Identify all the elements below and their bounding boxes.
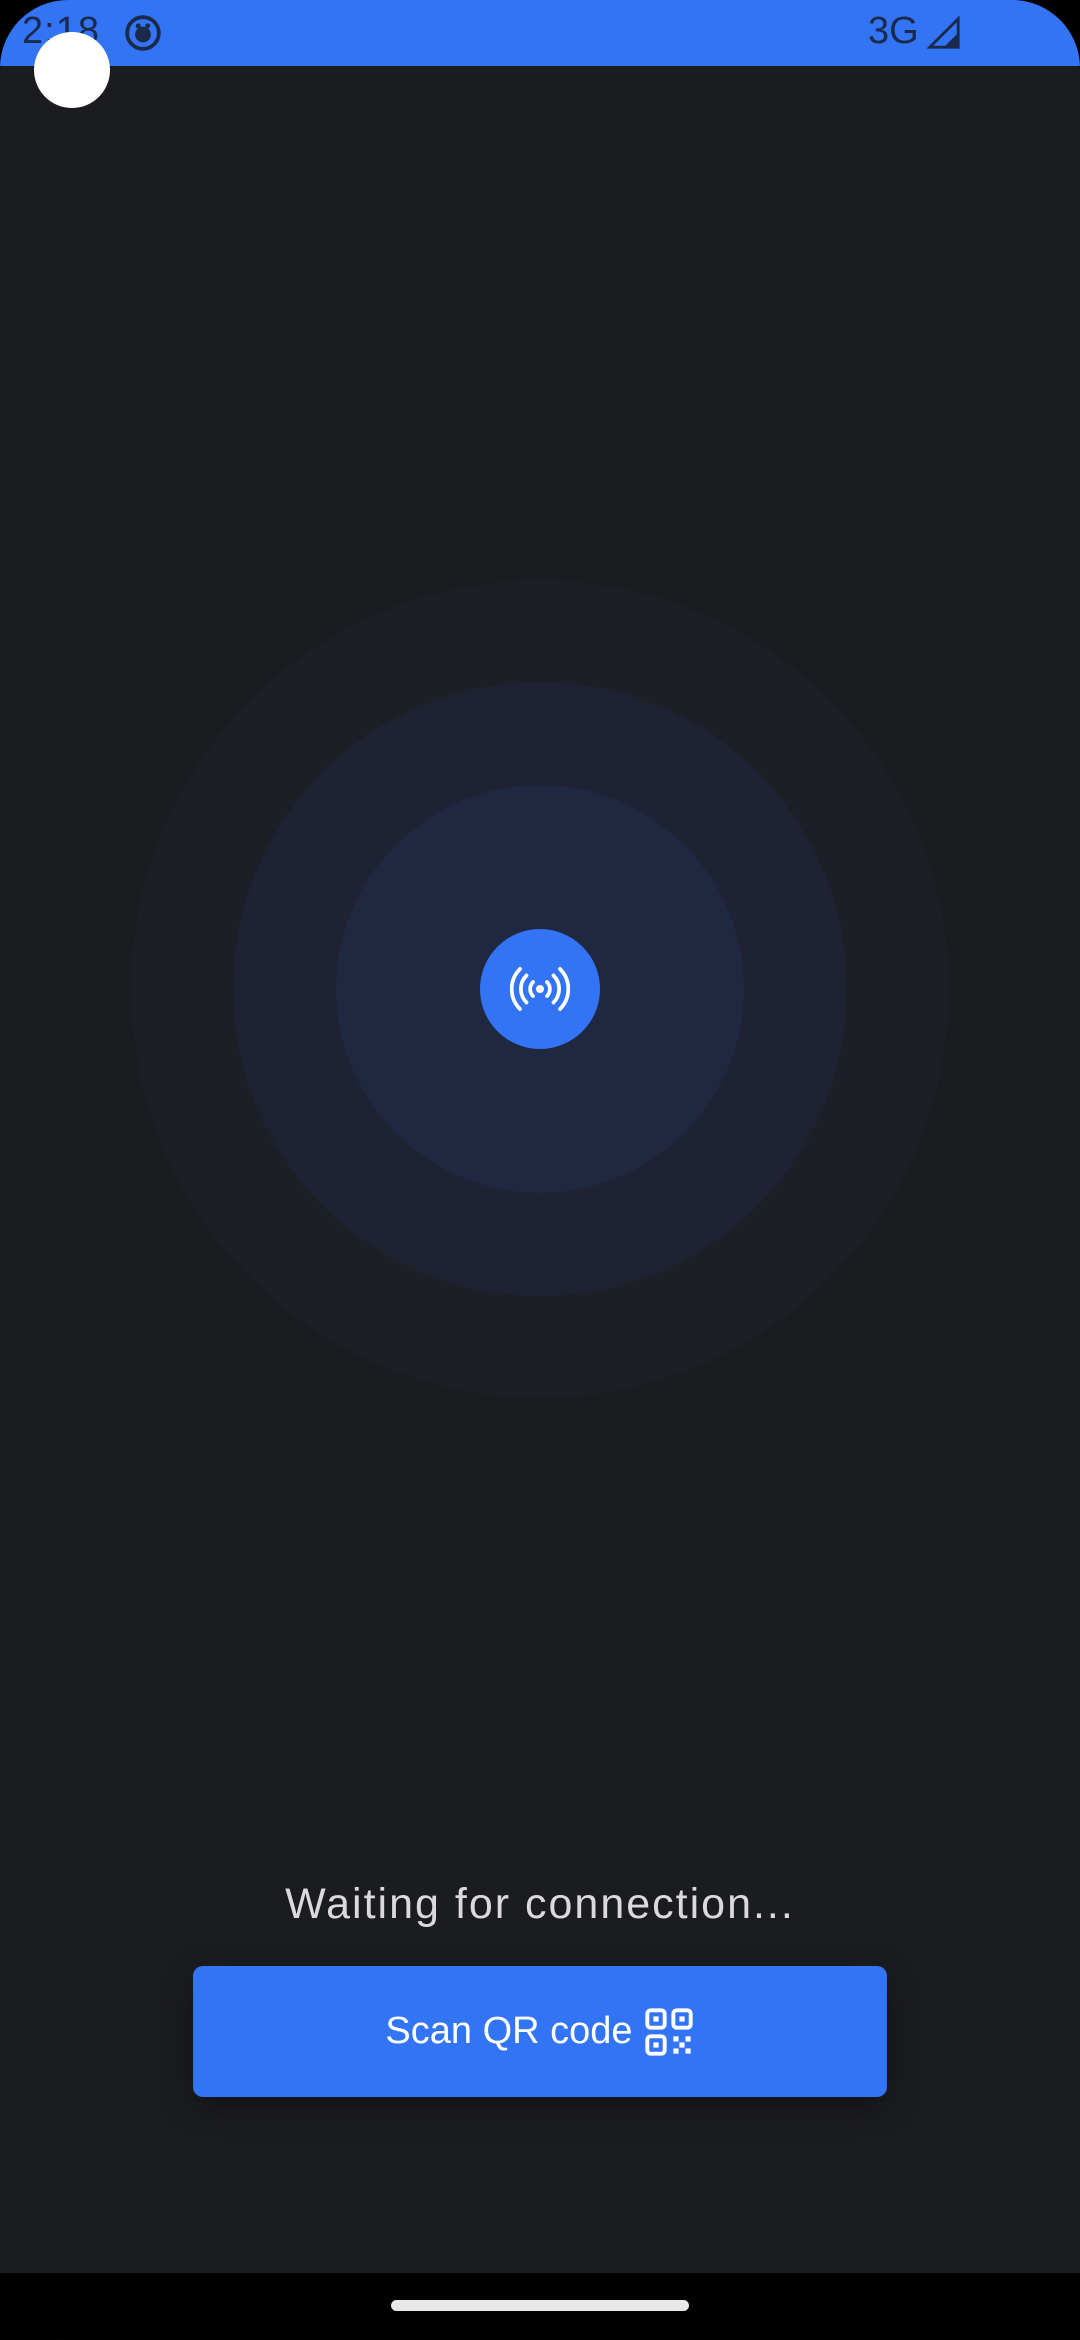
broadcast-indicator	[480, 929, 600, 1049]
network-type-label: 3G	[868, 10, 919, 52]
home-indicator[interactable]	[391, 2300, 689, 2311]
qr-code-icon	[644, 2007, 693, 2056]
camera-cutout	[34, 32, 110, 108]
app-screen: 2:18 3G Waiting for connection... Scan Q	[0, 0, 1080, 2340]
scan-qr-code-button[interactable]: Scan QR code	[193, 1966, 887, 2097]
app-notification-icon	[125, 15, 161, 51]
wireless-broadcast-icon	[510, 967, 570, 1011]
status-bar: 2:18 3G	[0, 0, 1080, 66]
connection-status-text: Waiting for connection...	[285, 1880, 795, 1928]
scan-button-label: Scan QR code	[385, 2010, 633, 2052]
cell-signal-icon	[926, 16, 960, 49]
